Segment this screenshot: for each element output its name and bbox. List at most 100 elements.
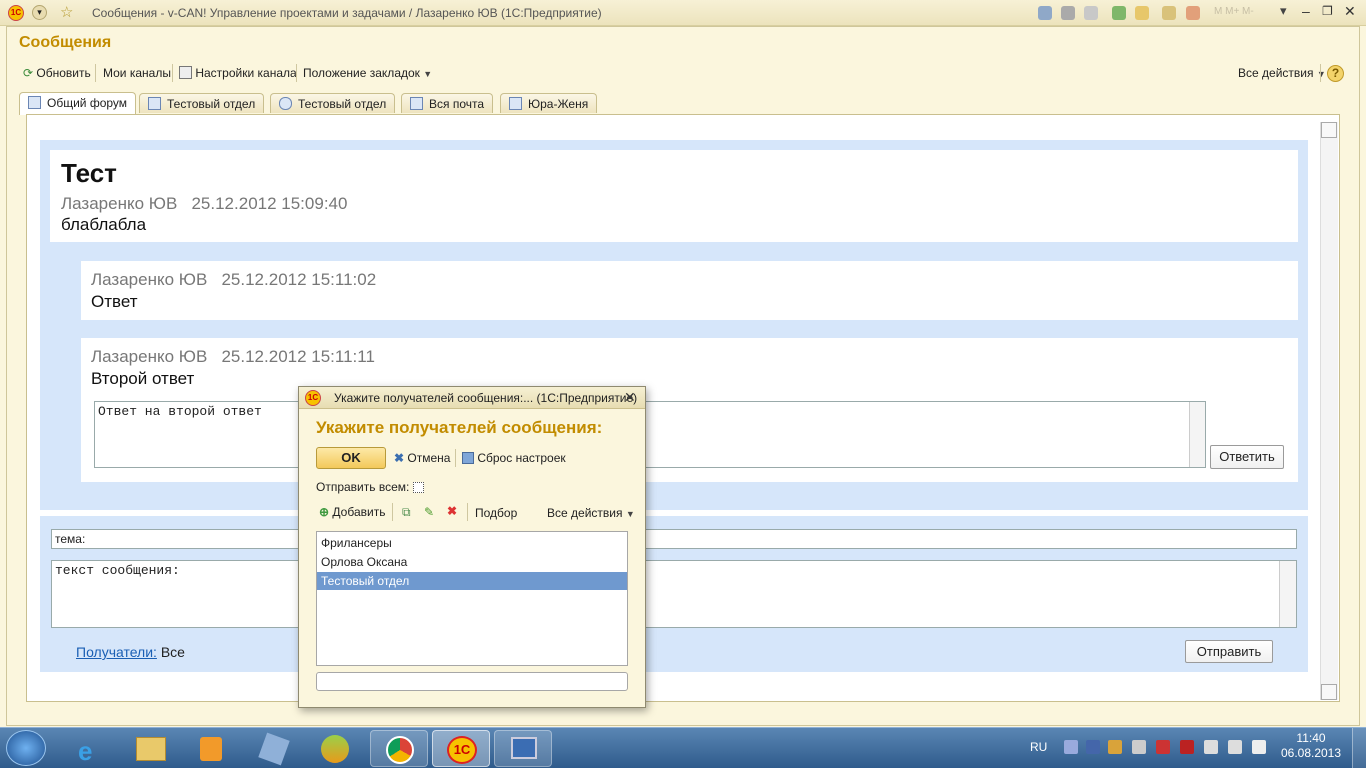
dropdown-arrow-icon: ▼ (625, 509, 635, 519)
dialog-status-field[interactable] (316, 672, 628, 691)
subject-input[interactable]: тема: (51, 529, 1297, 549)
list-item-selected[interactable]: Тестовый отдел (317, 572, 627, 590)
tray-icon[interactable] (1228, 740, 1242, 754)
scrollbar[interactable] (1320, 122, 1338, 700)
add-button[interactable]: ⊕ Добавить (319, 505, 385, 519)
list-item[interactable]: Орлова Оксана (317, 553, 627, 571)
tool-icon (258, 732, 290, 766)
cancel-button[interactable]: ✖ Отмена (394, 451, 450, 465)
settings-icon (179, 66, 192, 79)
taskbar: e 1С RU 11:40 06.08.2013 (0, 727, 1366, 768)
channel-settings-button[interactable]: Настройки канала (179, 66, 297, 80)
send-button[interactable]: Отправить (1185, 640, 1273, 663)
calculator-icon[interactable] (1162, 6, 1176, 20)
taskbar-tool[interactable] (244, 730, 302, 767)
taskbar-remote[interactable] (494, 730, 552, 767)
reset-icon (462, 452, 474, 464)
tray-icon[interactable] (1064, 740, 1078, 754)
dialog-titlebar: 1С Укажите получателей сообщения:... (1С… (299, 387, 645, 409)
chat-icon (279, 97, 292, 110)
save-icon[interactable] (1038, 6, 1052, 20)
list-item[interactable]: Фрилансеры (317, 534, 627, 552)
app-logo-icon: 1С (305, 390, 321, 406)
tray-icon[interactable] (1086, 740, 1100, 754)
restore-icon[interactable]: ❐ (1322, 4, 1333, 18)
forum-icon (28, 96, 41, 109)
calendar-icon[interactable] (1186, 6, 1200, 20)
delete-icon[interactable]: ✖ (447, 504, 457, 518)
taskbar-media[interactable] (182, 730, 240, 767)
memory-buttons[interactable]: M M+ M- (1214, 6, 1274, 20)
toolbar-divider (172, 64, 173, 82)
taskbar-explorer[interactable] (122, 730, 180, 767)
copy-icon[interactable]: ⧉ (402, 505, 411, 520)
reset-settings-button[interactable]: Сброс настроек (462, 451, 566, 465)
edit-icon[interactable]: ✎ (424, 505, 434, 519)
tray-icon[interactable] (1132, 740, 1146, 754)
recipients-dialog: 1С Укажите получателей сообщения:... (1С… (298, 386, 646, 708)
message-text-input[interactable]: текст сообщения: (51, 560, 1297, 628)
media-icon (200, 737, 222, 761)
reply-card: Лазаренко ЮВ 25.12.2012 15:11:02 Ответ (81, 261, 1298, 320)
my-channels-button[interactable]: Мои каналы (103, 66, 171, 80)
taskbar-ie[interactable]: e (62, 730, 120, 767)
reply-button[interactable]: Ответить (1210, 445, 1284, 469)
dropdown-arrow-icon: ▼ (423, 69, 433, 79)
topic-text: блаблабла (61, 215, 147, 234)
nav-icon[interactable] (1112, 6, 1126, 20)
reply-input-scrollbar[interactable] (1189, 402, 1205, 467)
ie-icon: e (78, 736, 93, 766)
taskbar-chrome[interactable] (370, 730, 428, 767)
tab-all-mail[interactable]: Вся почта (401, 93, 494, 113)
favorite-star-icon[interactable]: ☆ (60, 3, 73, 21)
send-all-row: Отправить всем: (316, 480, 424, 494)
print-icon[interactable] (1061, 6, 1075, 20)
toolbar-divider (95, 64, 96, 82)
pick-button[interactable]: Подбор (475, 506, 517, 520)
recipients-link[interactable]: Получатели: (76, 644, 157, 660)
topic-card: Тест Лазаренко ЮВ 25.12.2012 15:09:40 бл… (50, 150, 1298, 242)
tab-yura-zhenya[interactable]: Юра-Женя (500, 93, 598, 113)
compose-panel: тема: текст сообщения: Получатели: Все О… (40, 516, 1308, 672)
refresh-button[interactable]: ⟳ Обновить (23, 66, 91, 80)
dialog-close-icon[interactable]: ✕ (624, 389, 636, 406)
start-button[interactable] (6, 730, 46, 766)
message-scrollbar[interactable] (1279, 561, 1296, 627)
reply-card: Лазаренко ЮВ 25.12.2012 15:11:11 Второй … (81, 338, 1298, 482)
clock[interactable]: 11:40 06.08.2013 (1276, 731, 1346, 761)
close-icon[interactable]: ✕ (1344, 3, 1356, 20)
dialog-divider (455, 449, 456, 467)
dialog-all-actions-dropdown[interactable]: Все действия ▼ (547, 506, 635, 520)
ok-button[interactable]: OK (316, 447, 386, 469)
preview-icon[interactable] (1084, 6, 1098, 20)
all-actions-dropdown[interactable]: Все действия ▼ (1238, 66, 1326, 80)
tray-icon[interactable] (1156, 740, 1170, 754)
toolbar-divider (1320, 64, 1321, 82)
tray-icon[interactable] (1108, 740, 1122, 754)
help-button[interactable]: ? (1327, 65, 1344, 82)
tab-test-dept-chat[interactable]: Тестовый отдел (270, 93, 396, 113)
dropdown-icon[interactable]: ▾ (1280, 3, 1287, 19)
scroll-down-button[interactable] (1321, 684, 1337, 700)
tab-position-dropdown[interactable]: Положение закладок ▼ (303, 66, 432, 80)
minimize-icon[interactable]: – (1302, 3, 1310, 19)
recipients-row: Получатели: Все (76, 644, 185, 660)
tray-icon[interactable] (1204, 740, 1218, 754)
tab-general-forum[interactable]: Общий форум (19, 92, 137, 115)
language-indicator[interactable]: RU (1030, 740, 1047, 754)
history-icon[interactable] (1135, 6, 1149, 20)
taskbar-1c[interactable]: 1С (432, 730, 490, 767)
add-icon: ⊕ (319, 505, 330, 519)
reply-input[interactable]: Ответ на второй ответ (94, 401, 1206, 468)
send-all-checkbox[interactable] (412, 482, 424, 493)
taskbar-app[interactable] (306, 730, 364, 767)
show-desktop-button[interactable] (1352, 728, 1366, 768)
chevron-down-icon[interactable]: ▾ (32, 5, 47, 20)
mail-icon (410, 97, 423, 110)
tab-test-dept[interactable]: Тестовый отдел (139, 93, 265, 113)
forum-icon (509, 97, 522, 110)
scroll-up-button[interactable] (1321, 122, 1337, 138)
topic-title: Тест (61, 158, 117, 188)
tray-icon[interactable] (1180, 740, 1194, 754)
tray-icon[interactable] (1252, 740, 1266, 754)
